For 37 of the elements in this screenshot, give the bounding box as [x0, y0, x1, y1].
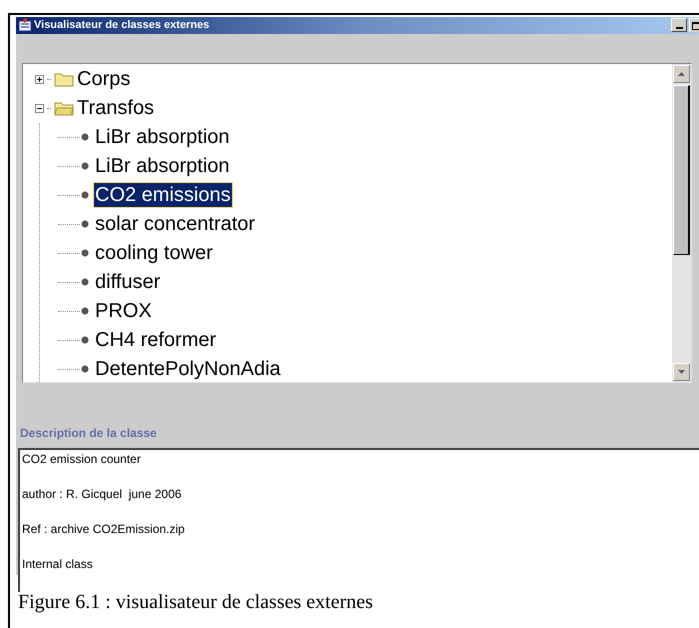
- open-folder-icon: [54, 100, 74, 116]
- description-line: Ref : archive CO2Emission.zip: [22, 522, 186, 538]
- scrollbar[interactable]: [672, 64, 691, 382]
- tree-item[interactable]: solar concentrator: [94, 212, 256, 236]
- bullet-icon: [80, 277, 90, 287]
- app-icon: [18, 18, 32, 32]
- tree-item[interactable]: CH4 reformer: [94, 328, 218, 352]
- tree-item[interactable]: LiBr absorption: [94, 125, 231, 149]
- bullet-icon: [80, 364, 90, 374]
- tree-item[interactable]: PROX: [94, 299, 153, 323]
- collapse-icon[interactable]: [35, 104, 44, 112]
- expand-icon[interactable]: [35, 74, 44, 84]
- minimize-button[interactable]: [671, 18, 687, 32]
- tree-item[interactable]: Corps: [77, 67, 130, 91]
- bullet-icon: [80, 248, 90, 258]
- folder-icon: [54, 71, 74, 87]
- bullet-icon: [80, 219, 90, 229]
- description-line: Internal class: [22, 556, 94, 572]
- figure-caption: Figure 6.1 : visualisateur de classes externes: [18, 591, 373, 613]
- bullet-icon: [80, 335, 90, 345]
- up-arrow-icon: [678, 72, 685, 76]
- bullet-icon: [80, 161, 90, 171]
- window-title: Visualisateur de classes externes: [34, 18, 210, 33]
- description-line: CO2 emission counter: [22, 452, 142, 468]
- tree-item[interactable]: DetentePolyNonAdia: [94, 357, 282, 381]
- bullet-icon: [80, 132, 90, 142]
- tree-item[interactable]: diffuser: [94, 270, 162, 294]
- description-line: author : R. Gicquel june 2006: [22, 486, 182, 502]
- tree-item[interactable]: CO2 emissions: [94, 183, 232, 207]
- tree-item[interactable]: LiBr absorption: [94, 154, 231, 178]
- maximize-button[interactable]: [689, 18, 699, 32]
- tree-item[interactable]: Transfos: [77, 96, 154, 120]
- bullet-icon: [80, 190, 90, 200]
- section-label: Description de la classe: [20, 426, 157, 440]
- bullet-icon: [80, 306, 90, 316]
- down-arrow-icon: [678, 370, 685, 374]
- tree-item[interactable]: cooling tower: [94, 241, 214, 265]
